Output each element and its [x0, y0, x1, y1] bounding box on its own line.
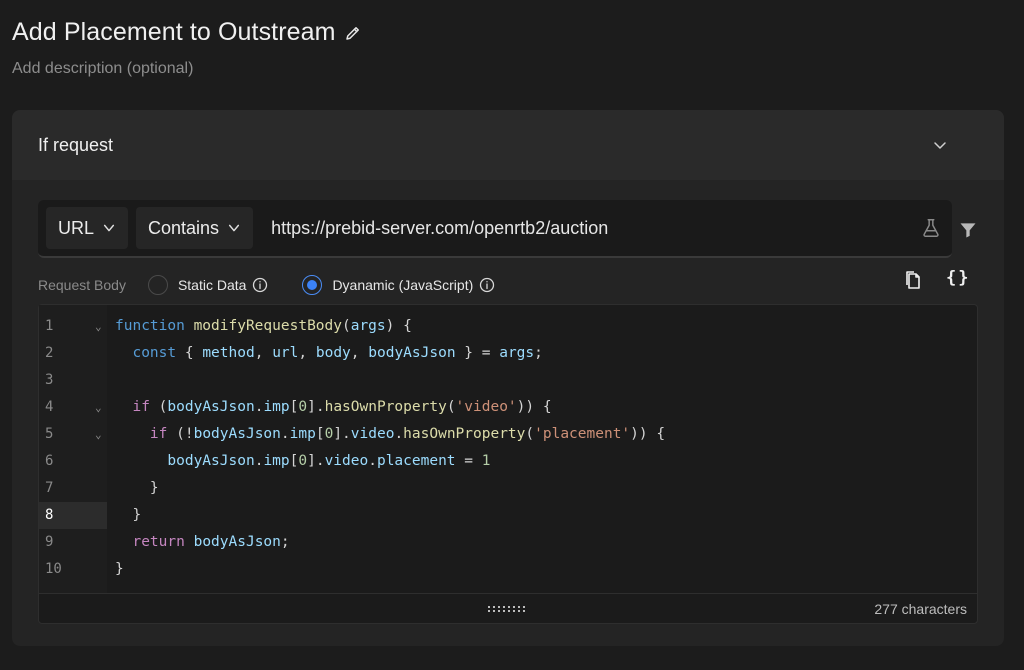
line-number: 9 — [45, 534, 54, 550]
code-text: } — [115, 507, 142, 523]
line-number: 6 — [45, 453, 54, 469]
fold-chevron-icon[interactable]: ⌄ — [95, 313, 102, 340]
code-line[interactable]: 2 const { method, url, body, bodyAsJson … — [39, 340, 977, 367]
description-field[interactable]: Add description (optional) — [12, 60, 193, 78]
if-request-card: If request URL Contains https://prebid-s… — [12, 110, 1004, 646]
code-line[interactable]: 6 bodyAsJson.imp[0].video.placement = 1 — [39, 448, 977, 475]
braces-icon[interactable]: {} — [946, 268, 970, 288]
page-title[interactable]: Add Placement to Outstream — [12, 18, 336, 47]
code-line[interactable]: 10 } — [39, 556, 977, 583]
line-number: 8 — [45, 507, 54, 523]
line-number: 2 — [45, 345, 54, 361]
card-header[interactable]: If request — [12, 110, 1004, 180]
code-text: } — [115, 480, 159, 496]
code-line[interactable]: 3 — [39, 367, 977, 394]
line-number: 3 — [45, 372, 54, 388]
chevron-down-icon[interactable] — [932, 137, 948, 153]
code-line[interactable]: 1 ⌄ function modifyRequestBody(args) { — [39, 313, 977, 340]
static-data-label[interactable]: Static Data — [178, 277, 246, 293]
code-text: return bodyAsJson; — [132, 534, 290, 550]
chevron-down-icon — [103, 224, 115, 232]
dynamic-js-radio[interactable] — [302, 275, 323, 295]
code-text: } — [115, 561, 124, 577]
key-select-value: URL — [58, 217, 95, 238]
line-number: 5 — [45, 426, 54, 442]
request-body-row: Request Body Static Data Dyanamic (JavaS… — [38, 272, 978, 298]
code-line-active[interactable]: 8 } — [39, 502, 977, 529]
code-line[interactable]: 9 return bodyAsJson; — [39, 529, 977, 556]
flask-icon[interactable] — [920, 217, 942, 239]
code-text: function modifyRequestBody(args) { — [115, 318, 412, 334]
title-row: Add Placement to Outstream — [12, 18, 362, 47]
card-title: If request — [38, 134, 114, 155]
url-condition-row: URL Contains https://prebid-server.com/o… — [38, 200, 952, 258]
url-value-input[interactable]: https://prebid-server.com/openrtb2/aucti… — [271, 218, 920, 239]
pencil-icon[interactable] — [344, 24, 362, 42]
filter-icon[interactable] — [958, 220, 978, 240]
request-body-label: Request Body — [38, 277, 126, 293]
operator-select[interactable]: Contains — [136, 207, 254, 249]
code-text: if (bodyAsJson.imp[0].hasOwnProperty('vi… — [132, 399, 552, 415]
fold-chevron-icon[interactable]: ⌄ — [95, 394, 102, 421]
character-count: 277 characters — [874, 600, 967, 617]
copy-icon[interactable] — [904, 270, 922, 290]
code-line[interactable]: 4 ⌄ if (bodyAsJson.imp[0].hasOwnProperty… — [39, 394, 977, 421]
line-number: 10 — [45, 561, 62, 577]
info-icon[interactable] — [479, 277, 495, 293]
static-data-radio[interactable] — [147, 275, 168, 295]
code-line[interactable]: 5 ⌄ if (!bodyAsJson.imp[0].video.hasOwnP… — [39, 421, 977, 448]
dynamic-js-label[interactable]: Dyanamic (JavaScript) — [332, 277, 473, 293]
key-select[interactable]: URL — [46, 207, 129, 249]
chevron-down-icon — [228, 224, 240, 232]
info-icon[interactable] — [252, 277, 268, 293]
fold-chevron-icon[interactable]: ⌄ — [95, 421, 102, 448]
line-number: 4 — [45, 399, 54, 415]
code-editor[interactable]: 1 ⌄ function modifyRequestBody(args) { 2… — [38, 304, 978, 624]
editor-footer: 277 characters — [39, 593, 977, 623]
code-line[interactable]: 7 } — [39, 475, 977, 502]
code-text: bodyAsJson.imp[0].video.placement = 1 — [167, 453, 491, 469]
resize-grip-icon[interactable] — [487, 605, 529, 613]
operator-select-value: Contains — [148, 217, 220, 238]
code-text: if (!bodyAsJson.imp[0].video.hasOwnPrope… — [149, 426, 666, 442]
line-number: 7 — [45, 480, 54, 496]
line-number: 1 — [45, 318, 54, 334]
code-text: const { method, url, body, bodyAsJson } … — [132, 345, 543, 361]
